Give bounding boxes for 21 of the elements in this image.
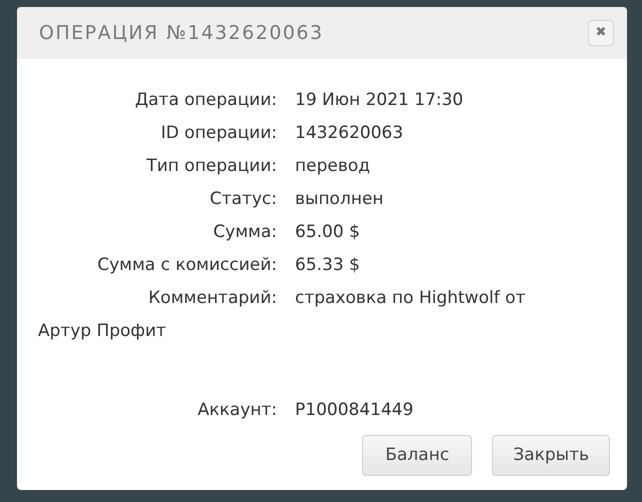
dialog-button[interactable]: Закрыть: [492, 435, 610, 476]
field-label: ID операции:: [160, 122, 278, 145]
field-value: P1000841449: [295, 398, 414, 422]
field-label: Аккаунт:: [196, 398, 278, 422]
field-value: Артур Профит: [37, 320, 166, 343]
field-value: перевод: [295, 154, 370, 178]
field-label: Сумма с комиссией:: [96, 254, 278, 277]
field-value: 1432620063: [295, 122, 404, 145]
field-value: страховка по Hightwolf от: [295, 286, 526, 310]
field-label: Сумма:: [212, 220, 278, 244]
field-label: Дата операции:: [134, 88, 278, 112]
dialog-button[interactable]: Баланс: [362, 435, 472, 476]
close-button[interactable]: ✖: [588, 20, 614, 46]
field-label: Комментарий:: [147, 286, 278, 310]
field-value: выполнен: [295, 188, 384, 211]
dialog-title: ОПЕРАЦИЯ №1432620063: [39, 20, 324, 46]
field-label: Статус:: [208, 188, 278, 211]
field-value: 19 Июн 2021 17:30: [295, 88, 464, 112]
field-value: 65.33 $: [295, 254, 360, 277]
field-label: Тип операции:: [145, 154, 278, 178]
field-value: 65.00 $: [295, 220, 360, 244]
